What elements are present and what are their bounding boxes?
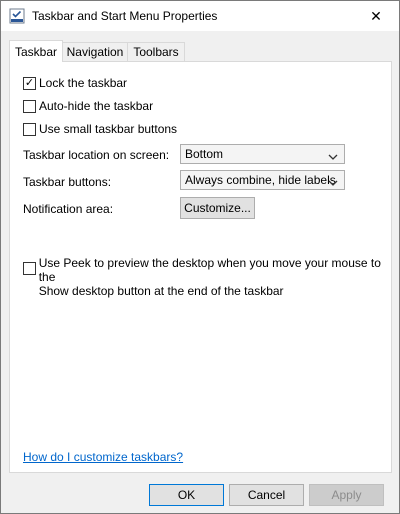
peek-label-line-1: Use Peek to preview the desktop when you… [38, 256, 381, 284]
peek-option[interactable]: Use Peek to preview the desktop when you… [23, 256, 391, 298]
apply-button-label: Apply [331, 488, 362, 502]
title-bar: Taskbar and Start Menu Properties ✕ [1, 1, 399, 31]
tab-taskbar-label: Taskbar [14, 44, 58, 59]
properties-dialog: Taskbar and Start Menu Properties ✕ Task… [0, 0, 400, 514]
ok-button[interactable]: OK [149, 484, 224, 506]
taskbar-tab-panel: ✓ Lock the taskbar Auto-hide the taskbar… [9, 61, 392, 473]
help-link[interactable]: How do I customize taskbars? [23, 450, 183, 464]
taskbar-location-label: Taskbar location on screen: [23, 148, 170, 162]
small-buttons-label: Use small taskbar buttons [39, 122, 178, 136]
chevron-down-icon [328, 176, 338, 190]
apply-button[interactable]: Apply [309, 484, 384, 506]
peek-label: Use Peek to preview the desktop when you… [39, 256, 391, 298]
taskbar-buttons-value: Always combine, hide labels [185, 173, 336, 187]
taskbar-location-value: Bottom [185, 147, 224, 161]
tab-taskbar[interactable]: Taskbar [9, 40, 63, 62]
taskbar-location-dropdown[interactable]: Bottom [180, 144, 345, 164]
cancel-button-label: Cancel [247, 488, 286, 502]
taskbar-properties-icon [9, 8, 25, 24]
lock-taskbar-label: Lock the taskbar [39, 76, 128, 90]
auto-hide-label: Auto-hide the taskbar [39, 99, 154, 113]
tab-toolbars-label: Toolbars [133, 45, 179, 59]
taskbar-buttons-label: Taskbar buttons: [23, 175, 112, 189]
customize-button-label: Customize... [184, 201, 251, 215]
customize-button[interactable]: Customize... [180, 197, 255, 219]
chevron-down-icon [328, 150, 338, 164]
small-buttons-checkbox[interactable] [23, 122, 36, 136]
close-button[interactable]: ✕ [353, 1, 399, 31]
peek-checkbox[interactable] [23, 262, 36, 275]
checkmark-icon: ✓ [24, 76, 35, 89]
notification-area-label: Notification area: [23, 202, 114, 216]
tab-navigation[interactable]: Navigation [61, 42, 129, 61]
lock-taskbar-checkbox[interactable]: ✓ [23, 76, 36, 90]
window-title: Taskbar and Start Menu Properties [32, 9, 218, 23]
ok-button-label: OK [177, 488, 196, 502]
peek-label-line-2: Show desktop button at the end of the ta… [38, 284, 284, 298]
cancel-button[interactable]: Cancel [229, 484, 304, 506]
tab-navigation-label: Navigation [66, 45, 124, 59]
small-buttons-option[interactable]: Use small taskbar buttons [23, 122, 177, 136]
taskbar-buttons-dropdown[interactable]: Always combine, hide labels [180, 170, 345, 190]
lock-taskbar-option[interactable]: ✓ Lock the taskbar [23, 76, 127, 90]
auto-hide-option[interactable]: Auto-hide the taskbar [23, 99, 153, 113]
tab-toolbars[interactable]: Toolbars [127, 42, 185, 61]
auto-hide-checkbox[interactable] [23, 99, 36, 113]
close-icon: ✕ [370, 7, 382, 24]
